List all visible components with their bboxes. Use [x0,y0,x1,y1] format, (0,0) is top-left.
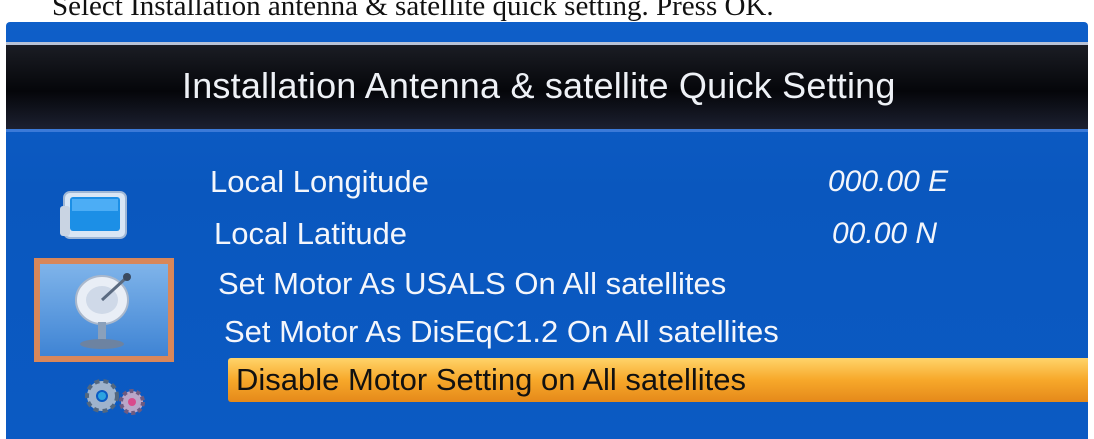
satellite-menu-tile[interactable] [34,258,174,362]
menu-item-local-latitude[interactable]: Local Latitude [214,214,407,254]
menu-item-label: Set Motor As DisEqC1.2 On All satellites [224,314,779,349]
gears-icon[interactable] [76,372,156,424]
menu-item-label: Local Longitude [210,164,429,199]
latitude-value: 00.00 N [832,217,938,250]
menu-item-label: Local Latitude [214,216,408,251]
menu-item-set-motor-diseqc[interactable]: Set Motor As DisEqC1.2 On All satellites [224,312,779,352]
tv-screen: Installation Antenna & satellite Quick S… [6,22,1088,439]
sidebar [6,134,186,439]
menu-item-set-motor-usals[interactable]: Set Motor As USALS On All satellites [218,264,726,304]
page-title: Installation Antenna & satellite Quick S… [182,65,896,106]
menu-item-label: Set Motor As USALS On All satellites [218,266,727,301]
satellite-dish-icon [75,273,131,349]
menu-item-local-longitude[interactable]: Local Longitude [210,162,429,202]
longitude-value: 000.00 E [828,165,949,198]
menu-item-disable-motor[interactable]: Disable Motor Setting on All satellites [236,360,746,400]
tv-monitor-icon[interactable] [58,186,134,248]
